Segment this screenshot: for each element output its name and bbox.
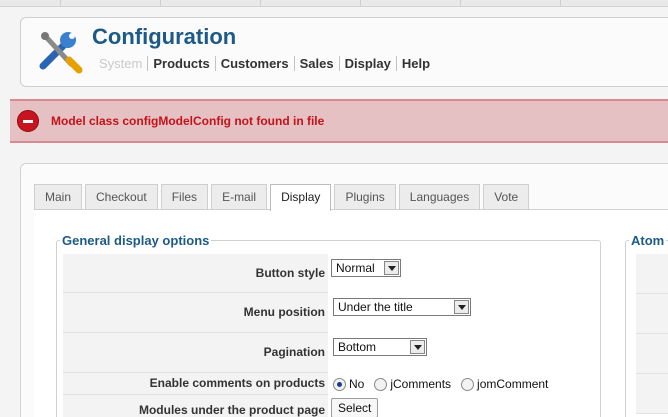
error-text: Model class configModelConfig not found … xyxy=(51,114,325,128)
atom-legend: Atom xyxy=(629,233,667,248)
tab-main[interactable]: Main xyxy=(34,184,83,209)
tab-vote[interactable]: Vote xyxy=(483,184,530,209)
comments-radio-jcomments[interactable] xyxy=(374,377,388,391)
tab-plugins[interactable]: Plugins xyxy=(334,184,396,209)
comments-radio-no[interactable] xyxy=(333,377,346,391)
submenu-item-system[interactable]: System xyxy=(97,56,147,71)
submenu-item-customers[interactable]: Customers xyxy=(214,56,294,71)
page-title: Configuration xyxy=(92,24,237,49)
tab-checkout[interactable]: Checkout xyxy=(85,184,158,209)
menu-position-value: Under the title xyxy=(338,300,413,314)
comments-label: Enable comments on products xyxy=(63,373,328,395)
button-style-label: Button style xyxy=(63,254,328,293)
submenu-item-products[interactable]: Products xyxy=(147,56,214,71)
general-display-legend: General display options xyxy=(60,233,212,248)
header-panel: Configuration System Products Customers … xyxy=(20,17,668,87)
pagination-label: Pagination xyxy=(63,333,328,373)
error-message: Model class configModelConfig not found … xyxy=(10,99,668,143)
tab-files[interactable]: Files xyxy=(160,184,209,209)
error-icon xyxy=(17,110,39,132)
tab-display[interactable]: Display xyxy=(270,184,332,211)
tab-email[interactable]: E-mail xyxy=(211,184,268,209)
submenu-item-help[interactable]: Help xyxy=(395,56,435,71)
tools-icon xyxy=(39,32,83,74)
tab-languages[interactable]: Languages xyxy=(398,184,481,209)
pagination-select[interactable]: Bottom xyxy=(333,338,427,356)
button-style-row: Button style Normal xyxy=(63,254,599,293)
chevron-down-icon xyxy=(384,261,399,275)
comments-radio-jomcomment[interactable] xyxy=(461,377,475,391)
pagination-value: Bottom xyxy=(338,340,377,354)
menu-position-select[interactable]: Under the title xyxy=(333,298,471,316)
button-style-value: Normal xyxy=(336,261,375,275)
comments-row: Enable comments on products No jComments… xyxy=(63,373,599,395)
top-strip xyxy=(0,0,668,7)
chevron-down-icon xyxy=(454,300,469,314)
comments-option-no-label: No xyxy=(349,377,365,391)
pagination-row: Pagination Bottom xyxy=(63,333,599,373)
comments-option-jomcomment-label: jomComment xyxy=(477,377,549,391)
modules-label: Modules under the product page xyxy=(63,395,328,417)
menu-position-row: Menu position Under the title xyxy=(63,293,599,333)
modules-row: Modules under the product page Select xyxy=(63,395,599,417)
comments-radio-group: No jComments jomComment xyxy=(333,377,558,391)
menu-position-label: Menu position xyxy=(63,293,328,333)
tab-bar: Main Checkout Files E-mail Display Plugi… xyxy=(34,184,532,211)
chevron-down-icon xyxy=(410,340,425,354)
select-modules-button[interactable]: Select xyxy=(331,398,379,417)
submenu: System Products Customers Sales Display … xyxy=(97,56,435,71)
button-style-select[interactable]: Normal xyxy=(331,259,401,277)
atom-rows xyxy=(636,254,668,414)
submenu-item-display[interactable]: Display xyxy=(338,56,396,71)
submenu-item-sales[interactable]: Sales xyxy=(293,56,339,71)
comments-option-jcomments-label: jComments xyxy=(390,377,452,391)
